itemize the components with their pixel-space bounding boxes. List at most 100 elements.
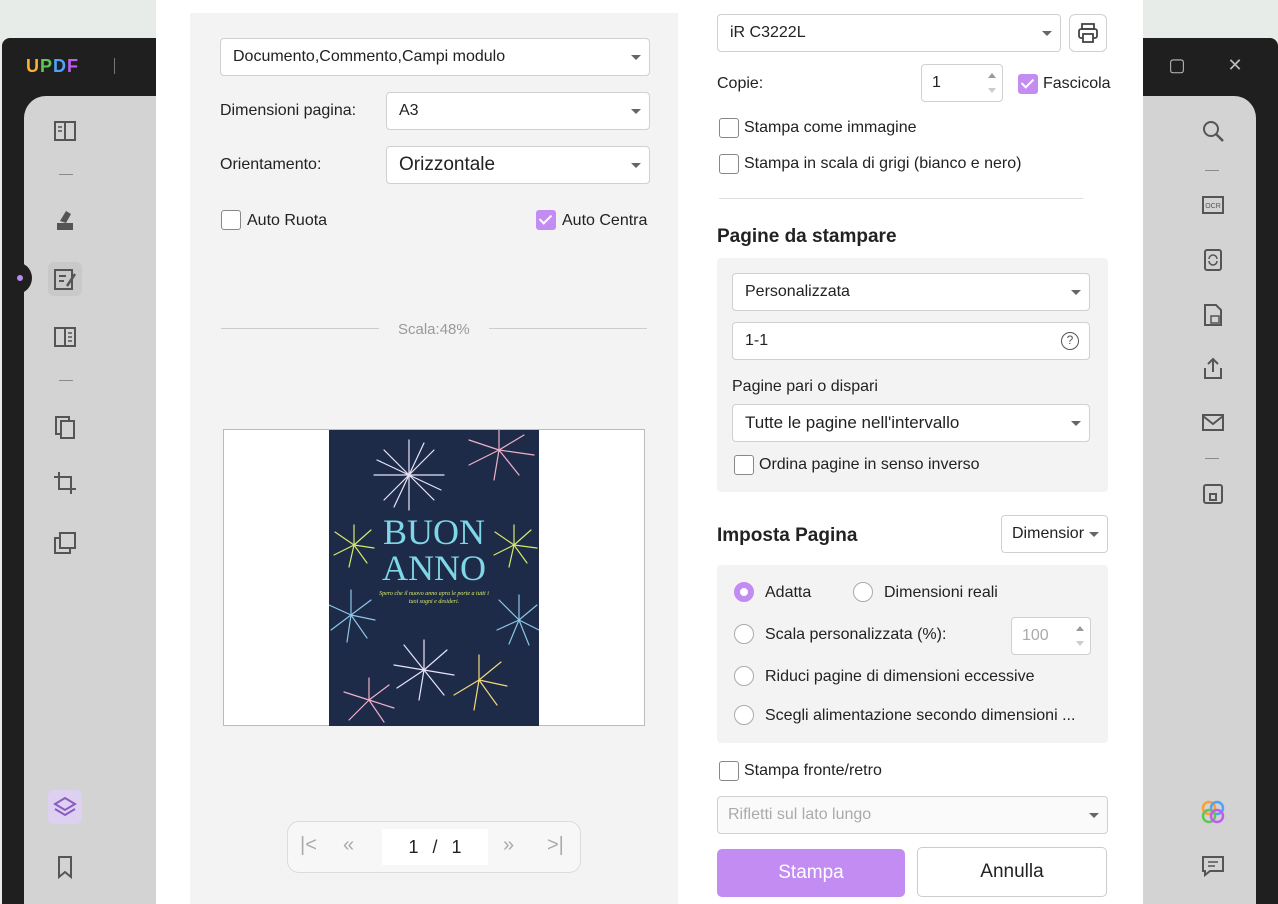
printer-select[interactable]: iR C3222L [717, 14, 1061, 52]
chevron-down-icon [1071, 290, 1081, 295]
highlighter-icon[interactable] [48, 203, 82, 237]
paper-source-label: Scegli alimentazione secondo dimensioni … [765, 707, 1076, 724]
chevron-down-icon [1089, 813, 1099, 818]
printer-icon [1078, 23, 1098, 43]
odd-even-label: Pagine pari o dispari [732, 378, 878, 395]
maximize-icon[interactable]: ▢ [1166, 54, 1188, 76]
page-size-label: Dimensioni pagina: [220, 102, 357, 119]
next-page-icon[interactable]: » [503, 834, 514, 857]
decrement-icon[interactable] [1076, 641, 1084, 646]
chevron-down-icon [631, 55, 641, 60]
layers-icon[interactable] [48, 790, 82, 824]
previous-page-icon[interactable]: « [343, 834, 354, 857]
cancel-button[interactable]: Annulla [917, 847, 1107, 897]
page-tools-icon[interactable] [48, 526, 82, 560]
print-as-image-label: Stampa come immagine [744, 119, 917, 136]
increment-icon[interactable] [988, 73, 996, 78]
crop-icon[interactable] [48, 466, 82, 500]
search-icon[interactable] [1196, 114, 1230, 148]
printer-properties-button[interactable] [1069, 14, 1107, 52]
page-size-select[interactable]: A3 [386, 92, 650, 130]
toolbar-divider [59, 380, 73, 381]
chevron-down-icon [1089, 532, 1099, 537]
toolbar-divider [59, 174, 73, 175]
reverse-order-checkbox[interactable] [734, 455, 754, 475]
shrink-label: Riduci pagine di dimensioni eccessive [765, 668, 1035, 685]
chevron-down-icon [631, 109, 641, 114]
custom-scale-stepper[interactable]: 100 [1011, 617, 1091, 655]
orientation-select[interactable]: Orizzontale [386, 146, 650, 184]
page-range-input[interactable]: 1-1? [732, 322, 1090, 360]
chevron-down-icon [631, 163, 641, 168]
page-number-field[interactable]: 1/1 [382, 829, 488, 865]
edit-pdf-icon[interactable] [48, 262, 82, 296]
last-page-icon[interactable]: >| [547, 834, 564, 857]
toolbar-divider [1205, 458, 1219, 459]
page-navigator: |< « 1/1 » >| [287, 821, 581, 873]
save-icon[interactable] [1196, 477, 1230, 511]
duplex-select[interactable]: Rifletti sul lato lungo [717, 796, 1108, 834]
fit-radio[interactable] [734, 582, 754, 602]
mail-icon[interactable] [1196, 405, 1230, 439]
toolbar-divider [1205, 170, 1219, 171]
help-icon[interactable]: ? [1061, 332, 1079, 350]
chevron-down-icon [1042, 31, 1052, 36]
auto-center-label: Auto Centra [562, 212, 648, 229]
orientation-label: Orientamento: [220, 156, 322, 173]
auto-rotate-label: Auto Ruota [247, 212, 328, 229]
pages-header: Pagine da stampare [717, 226, 897, 247]
scale-line-right [489, 328, 647, 329]
bookmark-icon[interactable] [48, 850, 82, 884]
page-setup-select[interactable]: Dimensior [1001, 515, 1108, 553]
form-icon[interactable] [48, 320, 82, 354]
scale-line-left [221, 328, 379, 329]
updf-logo: UPDF [26, 56, 80, 76]
card-title: BUON ANNO [382, 512, 486, 588]
first-page-icon[interactable]: |< [300, 834, 317, 857]
collate-checkbox[interactable] [1018, 74, 1038, 94]
reverse-order-label: Ordina pagine in senso inverso [759, 456, 980, 473]
title-separator [114, 58, 115, 74]
ocr-icon[interactable]: OCR [1196, 188, 1230, 222]
print-dialog: Documento,Commento,Campi modulo Dimensio… [156, 0, 1143, 904]
ai-assistant-icon[interactable] [1196, 795, 1230, 829]
copies-label: Copie: [717, 75, 764, 92]
auto-center-checkbox[interactable] [536, 210, 556, 230]
grayscale-label: Stampa in scala di grigi (bianco e nero) [744, 155, 1022, 172]
paper-source-radio[interactable] [734, 705, 754, 725]
protect-icon[interactable] [1196, 298, 1230, 332]
close-icon[interactable]: ✕ [1224, 54, 1246, 76]
content-select[interactable]: Documento,Commento,Campi modulo [220, 38, 650, 76]
page-setup-header: Imposta Pagina [717, 525, 858, 546]
decrement-icon[interactable] [988, 88, 996, 93]
actual-size-radio[interactable] [853, 582, 873, 602]
svg-text:OCR: OCR [1205, 203, 1221, 210]
organize-pages-icon[interactable] [48, 410, 82, 444]
divider [719, 198, 1083, 199]
share-icon[interactable] [1196, 352, 1230, 386]
duplex-checkbox[interactable] [719, 761, 739, 781]
collate-label: Fascicola [1043, 75, 1111, 92]
custom-scale-radio[interactable] [734, 624, 754, 644]
actual-size-label: Dimensioni reali [884, 584, 998, 601]
convert-icon[interactable] [1196, 243, 1230, 277]
grayscale-checkbox[interactable] [719, 154, 739, 174]
fit-label: Adatta [765, 584, 812, 601]
custom-scale-label: Scala personalizzata (%): [765, 626, 947, 643]
page-range-select[interactable]: Personalizzata [732, 273, 1090, 311]
print-button[interactable]: Stampa [717, 849, 905, 897]
preview-panel: Documento,Commento,Campi modulo Dimensio… [190, 13, 678, 904]
reader-icon[interactable] [48, 114, 82, 148]
increment-icon[interactable] [1076, 626, 1084, 631]
copies-stepper[interactable]: 1 [921, 64, 1003, 102]
shrink-radio[interactable] [734, 666, 754, 686]
chevron-down-icon [1071, 421, 1081, 426]
duplex-label: Stampa fronte/retro [744, 762, 882, 779]
print-as-image-checkbox[interactable] [719, 118, 739, 138]
card-subtitle: Spero che il nuovo anno apra le porte a … [379, 591, 489, 605]
auto-rotate-checkbox[interactable] [221, 210, 241, 230]
odd-even-select[interactable]: Tutte le pagine nell'intervallo [732, 404, 1090, 442]
greeting-card-image: BUON ANNO Spero che il nuovo anno apra le… [329, 430, 539, 726]
print-preview: BUON ANNO Spero che il nuovo anno apra le… [223, 429, 645, 726]
comment-icon[interactable] [1196, 849, 1230, 883]
